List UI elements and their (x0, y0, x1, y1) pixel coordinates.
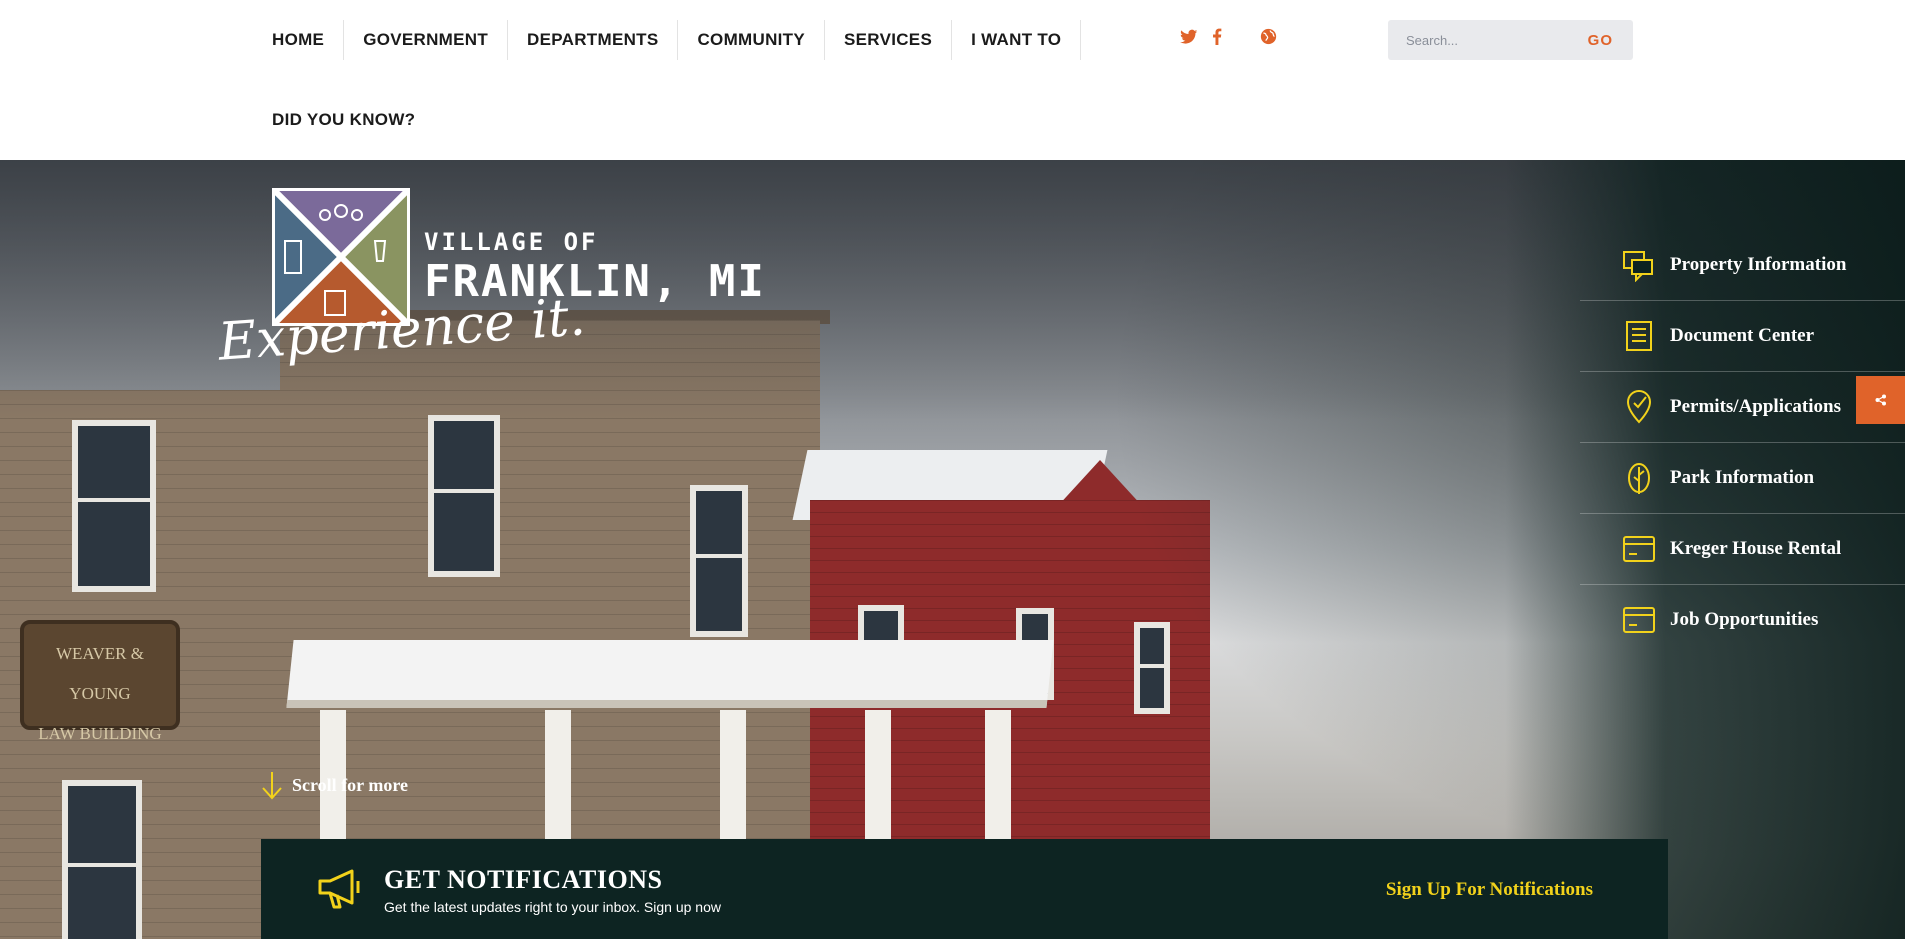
sign-line-2: LAW BUILDING (38, 724, 162, 743)
secondary-nav: DID YOU KNOW? (272, 100, 434, 140)
quick-links-menu: Property Information Document Center Per… (1580, 230, 1905, 655)
main-nav: HOME GOVERNMENT DEPARTMENTS COMMUNITY SE… (272, 20, 1082, 60)
sign-up-notifications-link[interactable]: Sign Up For Notifications (1386, 879, 1593, 901)
share-button[interactable] (1856, 376, 1905, 424)
social-links (1180, 28, 1277, 50)
quicklink-label: Kreger House Rental (1670, 538, 1842, 559)
notifications-title: GET NOTIFICATIONS (384, 865, 663, 894)
checkmark-pin-icon (1626, 390, 1652, 424)
nav-item-i-want-to[interactable]: I WANT TO (952, 20, 1082, 60)
nav-item-departments[interactable]: DEPARTMENTS (508, 20, 679, 60)
twitter-icon[interactable] (1180, 29, 1198, 50)
quicklink-document-center[interactable]: Document Center (1580, 301, 1905, 372)
quicklink-job-opportunities[interactable]: Job Opportunities (1580, 585, 1905, 655)
search-input[interactable] (1388, 31, 1578, 49)
card-icon (1623, 536, 1655, 562)
scroll-for-more[interactable]: Scroll for more (260, 770, 408, 800)
porch-roof (286, 640, 1054, 708)
quicklink-label: Park Information (1670, 467, 1815, 488)
arrow-down-icon (262, 772, 282, 800)
logo-line-1: VILLAGE OF (424, 228, 599, 256)
notifications-subtitle: Get the latest updates right to your inb… (384, 899, 721, 915)
law-building-sign: WEAVER & YOUNG LAW BUILDING (20, 620, 180, 743)
share-icon (1875, 394, 1886, 406)
window (428, 415, 500, 577)
quicklink-property-information[interactable]: Property Information (1580, 230, 1905, 301)
nav-item-home[interactable]: HOME (272, 20, 345, 60)
scroll-label: Scroll for more (292, 774, 408, 795)
search-go-button[interactable]: GO (1588, 32, 1613, 49)
quicklink-label: Property Information (1670, 254, 1847, 275)
notifications-bar: GET NOTIFICATIONS Get the latest updates… (261, 839, 1668, 939)
sign-line-1: WEAVER & YOUNG (56, 644, 144, 703)
top-navigation-bar: HOME GOVERNMENT DEPARTMENTS COMMUNITY SE… (0, 0, 1905, 160)
window (62, 780, 142, 939)
nav-item-did-you-know[interactable]: DID YOU KNOW? (272, 100, 434, 140)
quicklink-park-information[interactable]: Park Information (1580, 443, 1905, 514)
quicklink-kreger-house-rental[interactable]: Kreger House Rental (1580, 514, 1905, 585)
nav-item-government[interactable]: GOVERNMENT (344, 20, 509, 60)
window (690, 485, 748, 637)
nav-item-services[interactable]: SERVICES (825, 20, 953, 60)
document-icon (1626, 321, 1652, 351)
hero-banner: WEAVER & YOUNG LAW BUILDING VILLAGE OF F… (0, 160, 1905, 939)
quicklink-label: Job Opportunities (1670, 609, 1819, 630)
facebook-icon[interactable] (1212, 28, 1222, 50)
card-icon (1623, 607, 1655, 633)
megaphone-icon (318, 869, 360, 909)
search-box: GO (1388, 20, 1633, 60)
quicklink-label: Permits/Applications (1670, 396, 1841, 417)
leaf-icon (1628, 463, 1650, 494)
nav-item-community[interactable]: COMMUNITY (678, 20, 826, 60)
quicklink-label: Document Center (1670, 325, 1815, 346)
chat-bubbles-icon (1623, 251, 1653, 282)
globe-icon[interactable] (1260, 28, 1277, 50)
window (72, 420, 156, 592)
